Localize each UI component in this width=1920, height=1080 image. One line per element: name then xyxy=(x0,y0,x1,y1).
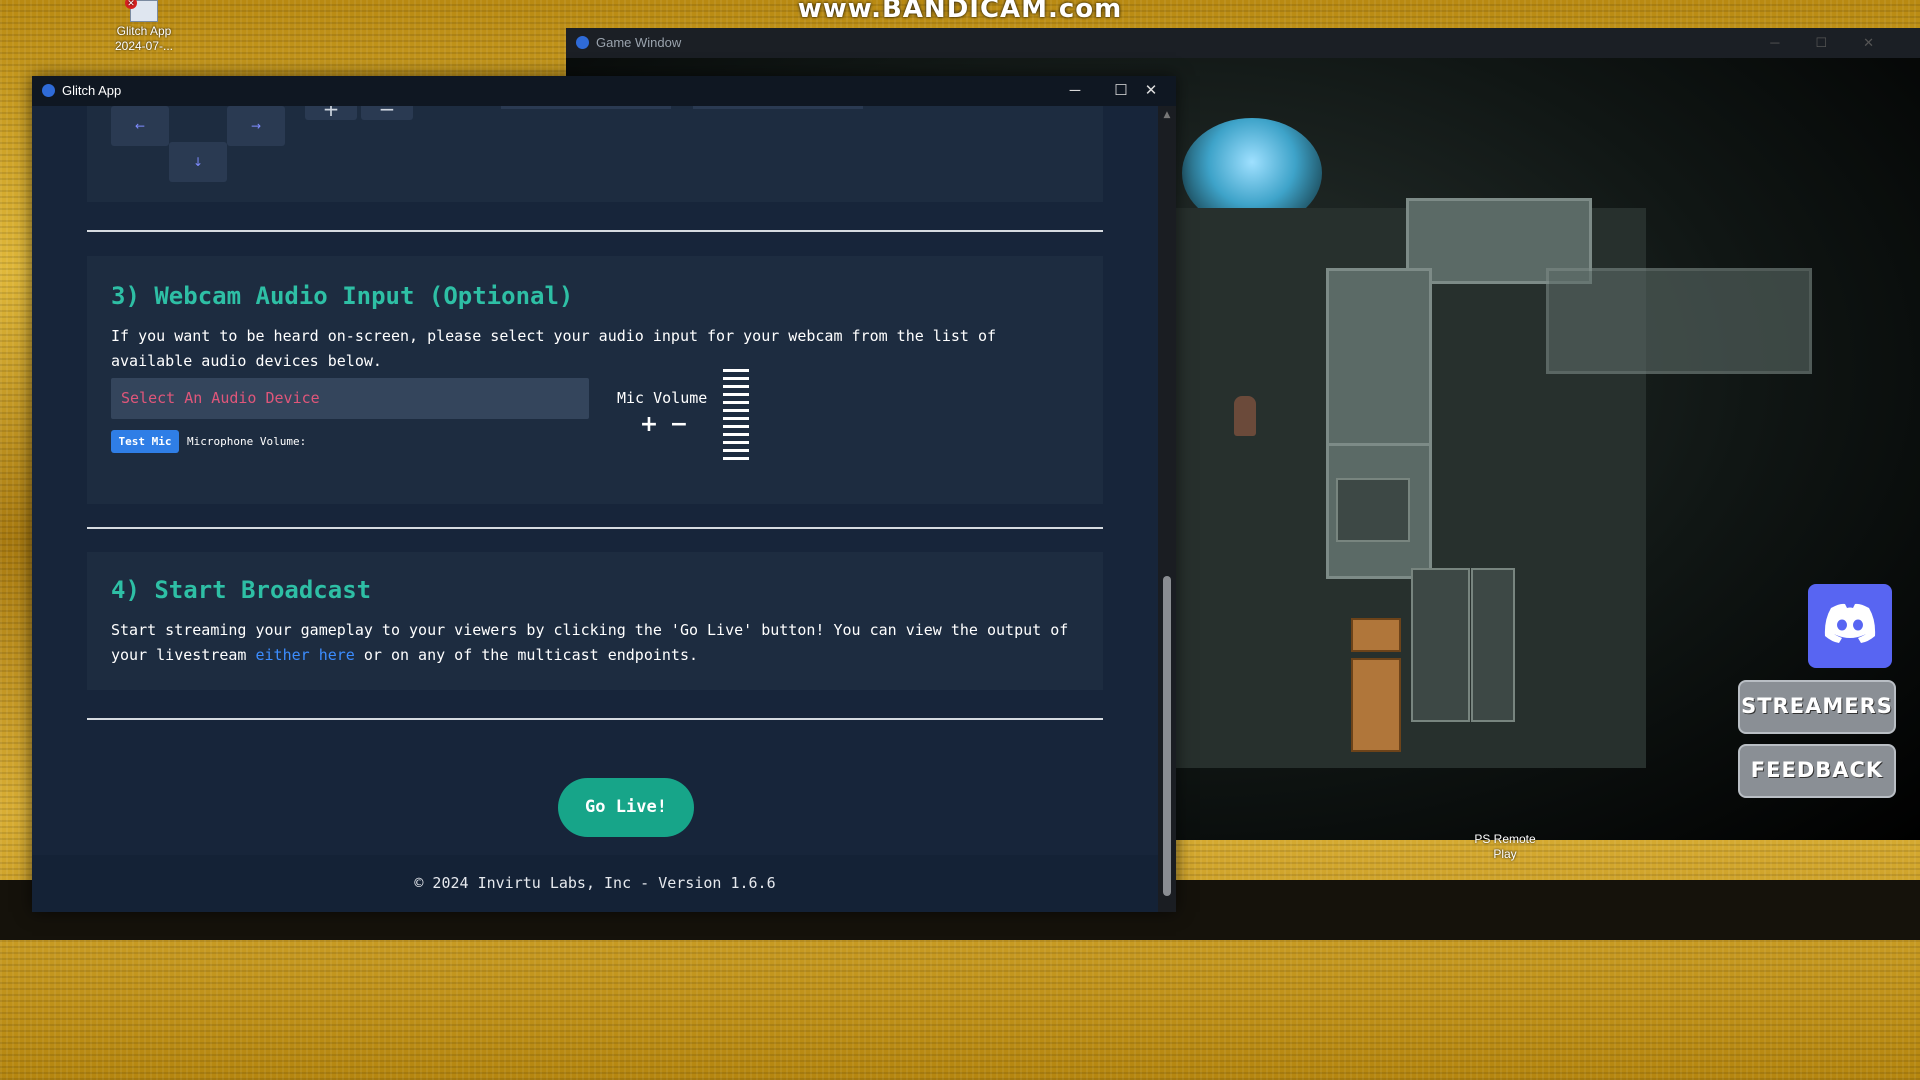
meter-bar xyxy=(723,377,749,380)
left-arrow-key[interactable]: ← xyxy=(111,106,169,146)
discord-button[interactable] xyxy=(1808,584,1892,668)
plus-key[interactable]: + xyxy=(305,106,357,120)
discord-icon xyxy=(1824,603,1876,643)
meter-bar xyxy=(723,393,749,396)
meter-bar xyxy=(723,457,749,460)
ps-remote-sublabel: Play xyxy=(1493,847,1517,861)
vertical-scrollbar[interactable]: ▲ xyxy=(1158,106,1176,912)
app-window-title: Glitch App xyxy=(62,83,122,98)
minus-key[interactable]: − xyxy=(361,106,413,120)
meter-bar xyxy=(723,441,749,444)
partial-input xyxy=(693,106,863,109)
keybind-panel: ← → ↓ + − xyxy=(87,106,1103,202)
mic-volume-meter xyxy=(723,369,749,465)
minimize-button[interactable]: ─ xyxy=(1052,76,1098,106)
ps-remote-label: PS Remote xyxy=(1474,832,1536,846)
scroll-up-icon[interactable]: ▲ xyxy=(1158,106,1176,124)
game-window-title: Game Window xyxy=(596,35,682,50)
meter-bar xyxy=(723,409,749,412)
meter-bar xyxy=(723,433,749,436)
go-live-button[interactable]: Go Live! xyxy=(558,778,694,837)
right-arrow-key[interactable]: → xyxy=(227,106,285,146)
machine-sprite xyxy=(1336,478,1410,542)
volume-increase-button[interactable]: + xyxy=(637,413,661,437)
machine-sprite xyxy=(1411,568,1470,722)
microphone-volume-label: Microphone Volume: xyxy=(187,435,307,448)
close-button[interactable]: ✕ xyxy=(1128,76,1174,106)
section-divider xyxy=(87,230,1103,232)
meter-bar xyxy=(723,401,749,404)
section-divider xyxy=(87,527,1103,529)
webcam-audio-panel: 3) Webcam Audio Input (Optional) If you … xyxy=(87,256,1103,504)
game-window-titlebar[interactable]: Game Window ─☐✕ xyxy=(566,28,1920,58)
test-mic-button[interactable]: Test Mic xyxy=(111,430,179,453)
desktop-icon-label: Glitch App xyxy=(116,24,172,38)
broadcast-heading: 4) Start Broadcast xyxy=(111,576,372,604)
down-arrow-key[interactable]: ↓ xyxy=(169,142,227,182)
meter-bar xyxy=(723,425,749,428)
wall-segment xyxy=(1546,268,1812,374)
webcam-audio-heading: 3) Webcam Audio Input (Optional) xyxy=(111,282,574,310)
app-logo-icon xyxy=(42,84,55,97)
bandicam-watermark: www.BANDICAM.com xyxy=(797,0,1123,24)
broadcast-text-end: or on any of the multicast endpoints. xyxy=(354,645,699,664)
desktop-icon-ps-remote-play[interactable]: PS Remote Play xyxy=(1460,832,1550,862)
app-logo-icon xyxy=(576,36,589,49)
audio-device-select[interactable]: Select An Audio Device xyxy=(111,378,589,419)
webcam-audio-description: If you want to be heard on-screen, pleas… xyxy=(111,327,997,370)
streamers-button[interactable]: STREAMERS xyxy=(1738,680,1896,734)
feedback-button[interactable]: FEEDBACK xyxy=(1738,744,1896,798)
meter-bar xyxy=(723,449,749,452)
machine-sprite xyxy=(1471,568,1515,722)
app-titlebar[interactable]: Glitch App ─ ☐ ✕ xyxy=(32,76,1176,106)
meter-bar xyxy=(723,369,749,372)
file-icon: ✕ xyxy=(125,0,158,22)
crate-sprite xyxy=(1351,658,1401,752)
player-character xyxy=(1234,396,1256,436)
desktop-icon-glitch-app[interactable]: ✕ Glitch App 2024-07-... xyxy=(104,0,184,54)
meter-bar xyxy=(723,417,749,420)
game-window-controls[interactable]: ─☐✕ xyxy=(1770,28,1910,58)
app-footer: © 2024 Invirtu Labs, Inc - Version 1.6.6 xyxy=(32,855,1158,912)
app-content[interactable]: ← → ↓ + − 3) Webcam Audio Input (Optiona… xyxy=(32,106,1158,912)
meter-bar xyxy=(723,385,749,388)
wall-segment xyxy=(1326,268,1432,454)
section-divider xyxy=(87,718,1103,720)
broadcast-panel: 4) Start Broadcast Start streaming your … xyxy=(87,552,1103,690)
glitch-app-window[interactable]: Glitch App ─ ☐ ✕ ← → ↓ + − 3) Webcam Aud… xyxy=(32,76,1176,912)
volume-decrease-button[interactable]: − xyxy=(667,413,691,437)
desktop-icon-sublabel: 2024-07-... xyxy=(114,39,174,53)
partial-input xyxy=(501,106,671,109)
crate-sprite xyxy=(1351,618,1401,652)
error-badge-icon: ✕ xyxy=(125,0,137,9)
broadcast-description: Start streaming your gameplay to your vi… xyxy=(111,618,1071,667)
livestream-link[interactable]: either here xyxy=(256,646,355,664)
mic-volume-label: Mic Volume xyxy=(617,389,708,407)
scroll-thumb[interactable] xyxy=(1163,576,1171,896)
